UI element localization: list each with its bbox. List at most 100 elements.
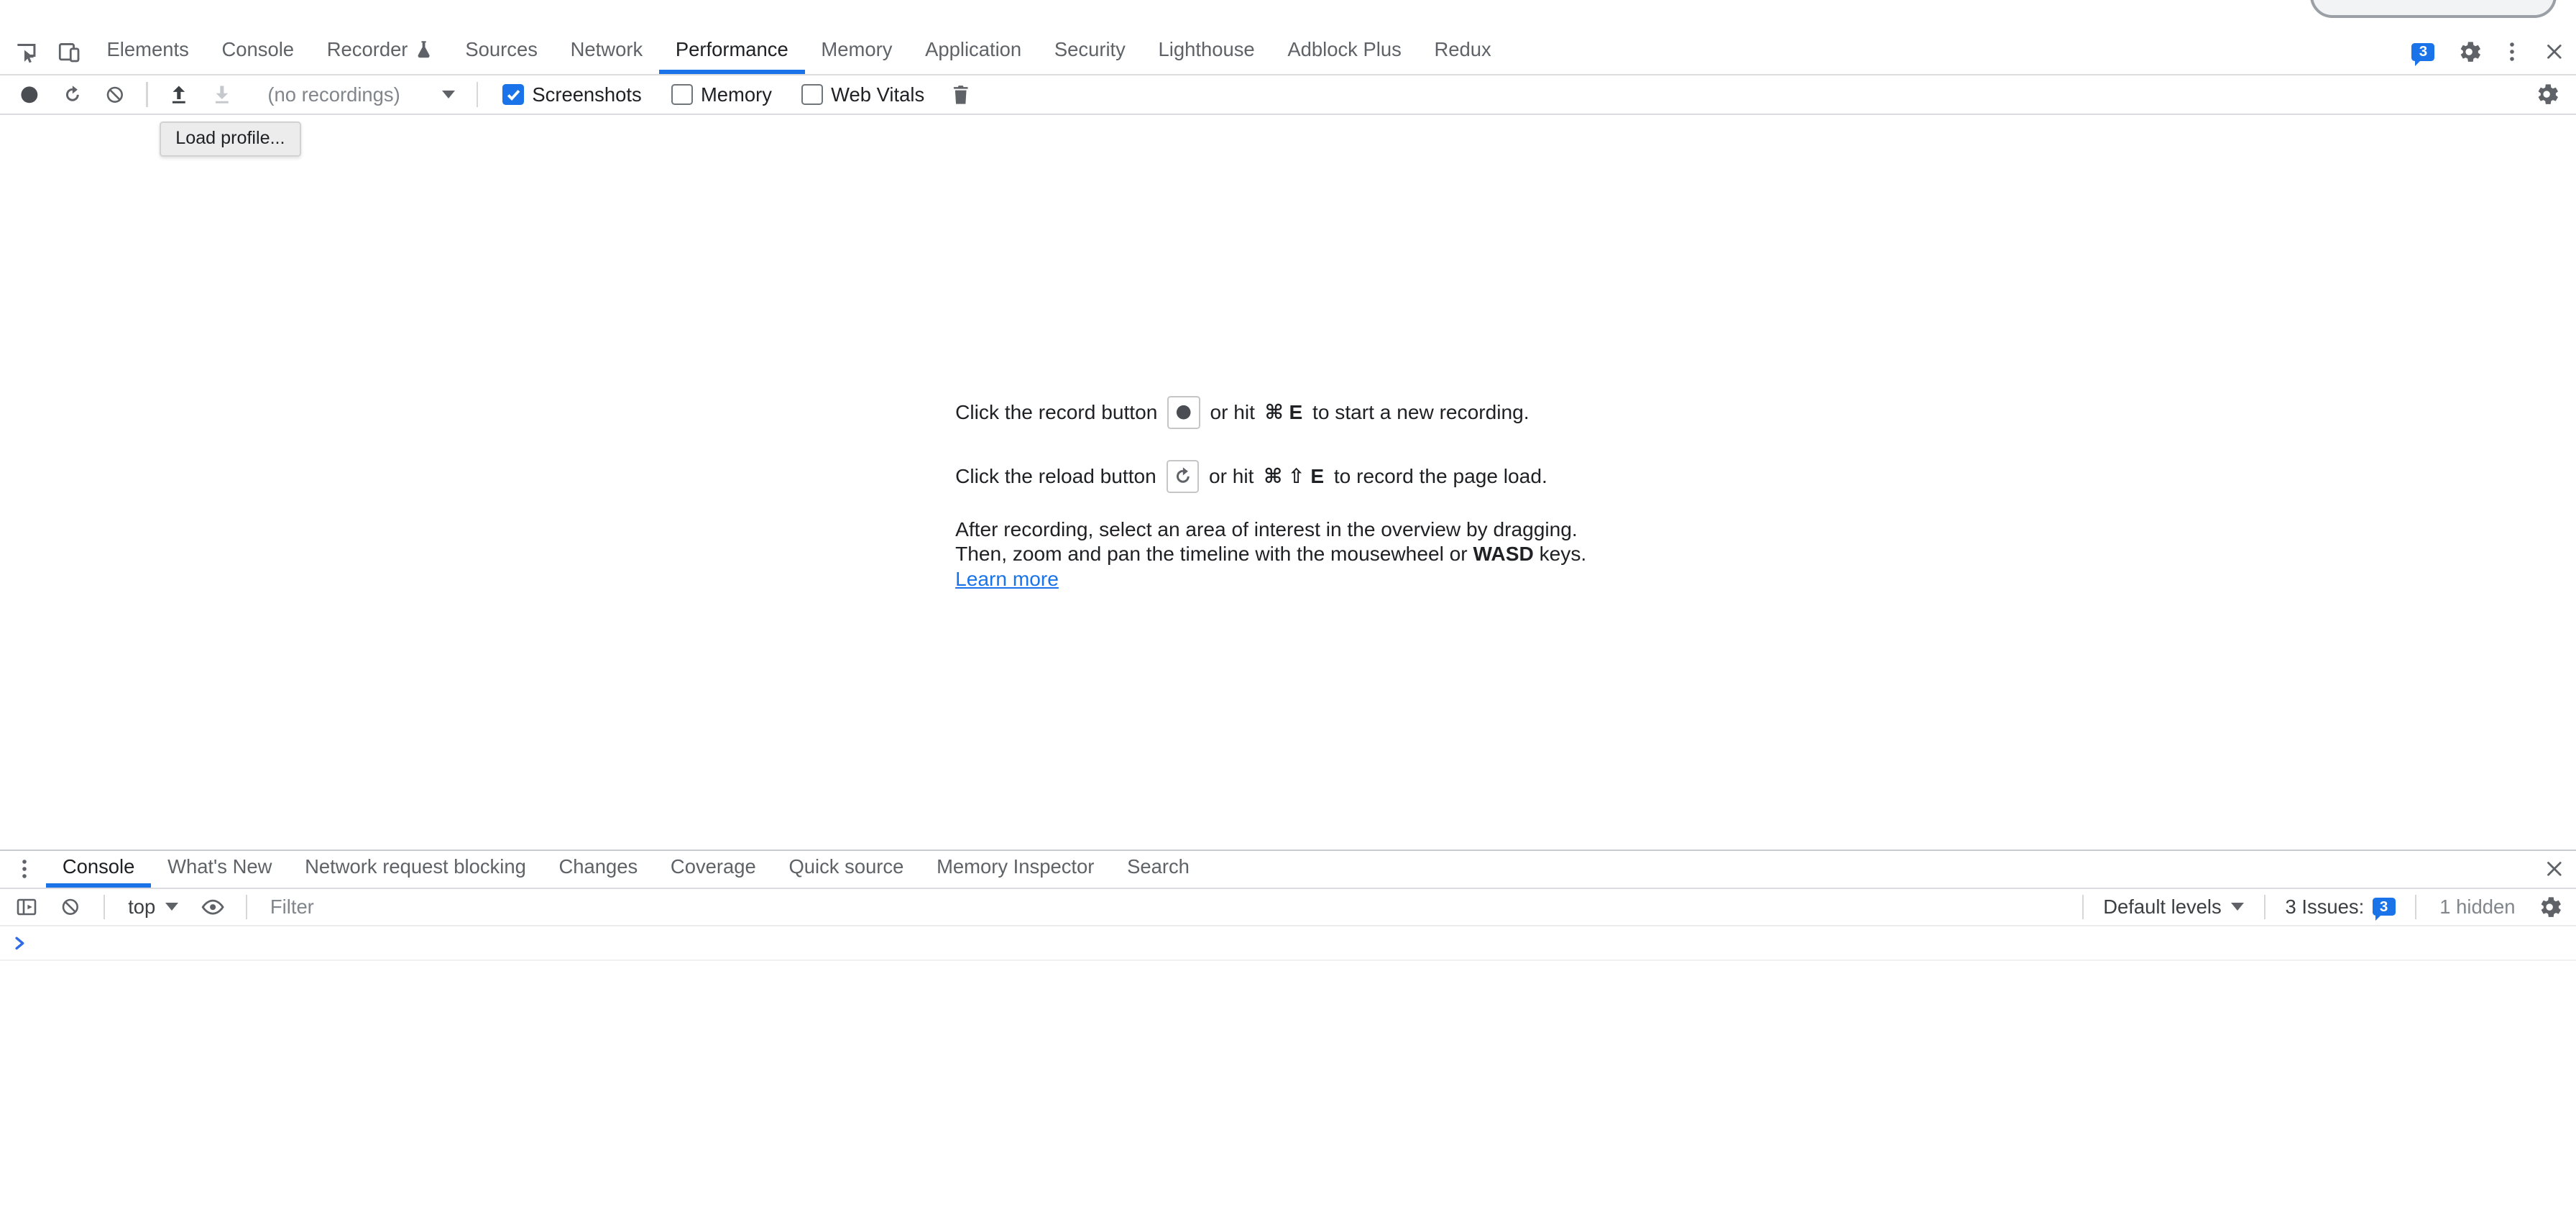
drawer-tab-changes[interactable]: Changes xyxy=(543,851,654,888)
drawer-tab-search[interactable]: Search xyxy=(1110,851,1206,888)
checkbox-unchecked-icon xyxy=(671,84,693,106)
drawer-close-button[interactable] xyxy=(2534,851,2576,888)
issues-link-label: 3 Issues: xyxy=(2286,896,2365,919)
clear-recordings-button[interactable] xyxy=(96,78,135,111)
save-profile-button[interactable] xyxy=(202,78,242,111)
close-icon xyxy=(2544,41,2565,63)
record-button[interactable] xyxy=(10,78,50,111)
memory-checkbox-label: Memory xyxy=(701,83,772,106)
screenshots-checkbox-label: Screenshots xyxy=(532,83,641,106)
console-prompt[interactable] xyxy=(0,926,2576,961)
device-toolbar-icon xyxy=(57,40,81,64)
live-expression-button[interactable] xyxy=(193,890,233,924)
dropdown-caret-icon xyxy=(165,903,178,911)
load-profile-tooltip: Load profile... xyxy=(160,121,301,157)
checkbox-unchecked-icon xyxy=(801,84,823,106)
memory-checkbox[interactable]: Memory xyxy=(671,83,772,106)
drawer-tab-console[interactable]: Console xyxy=(46,851,151,888)
recordings-select-value: (no recordings) xyxy=(267,83,400,106)
drawer-tab-network-request-blocking[interactable]: Network request blocking xyxy=(288,851,542,888)
drawer-tab-quick-source[interactable]: Quick source xyxy=(773,851,921,888)
issues-link[interactable]: 3 Issues: 3 xyxy=(2278,896,2401,919)
divider xyxy=(2264,895,2266,919)
screenshots-checkbox[interactable]: Screenshots xyxy=(502,83,641,106)
reload-instruction-pre: Click the reload button xyxy=(955,465,1156,488)
issues-counter-button[interactable]: 3 xyxy=(2398,29,2448,74)
tab-performance[interactable]: Performance xyxy=(659,29,805,74)
tab-recorder-label: Recorder xyxy=(327,38,408,61)
divider xyxy=(477,82,478,106)
log-levels-select[interactable]: Default levels xyxy=(2097,896,2251,919)
kebab-menu-icon xyxy=(2501,40,2524,63)
console-messages-area[interactable] xyxy=(0,961,2576,1206)
learn-more-link[interactable]: Learn more xyxy=(955,568,1059,590)
tab-memory[interactable]: Memory xyxy=(805,29,909,74)
issues-count: 3 xyxy=(2419,45,2427,60)
tab-sources[interactable]: Sources xyxy=(449,29,554,74)
javascript-context-select[interactable]: top xyxy=(118,896,188,919)
devtools-window: Elements Console Recorder Sources Networ… xyxy=(0,0,2576,1206)
drawer-menu-button[interactable] xyxy=(4,851,46,888)
trash-icon xyxy=(951,84,970,106)
tab-console[interactable]: Console xyxy=(206,29,310,74)
log-levels-value: Default levels xyxy=(2103,896,2222,919)
inline-reload-button[interactable] xyxy=(1167,460,1200,493)
divider xyxy=(104,895,105,919)
divider xyxy=(2082,895,2084,919)
drawer-tab-whats-new[interactable]: What's New xyxy=(151,851,288,888)
record-instruction-mid: or hit xyxy=(1210,401,1255,424)
issues-bubble-icon: 3 xyxy=(2373,898,2396,916)
console-filter-input[interactable] xyxy=(260,889,2069,926)
device-toolbar-button[interactable] xyxy=(47,29,90,74)
inline-record-button[interactable] xyxy=(1167,396,1200,429)
devtools-menu-button[interactable] xyxy=(2490,29,2533,74)
reload-and-record-button[interactable] xyxy=(52,78,92,111)
record-instruction-post: to start a new recording. xyxy=(1312,401,1530,424)
record-shortcut-keys: ⌘ E xyxy=(1265,400,1303,424)
drawer: Console What's New Network request block… xyxy=(0,850,2576,1206)
devtools-settings-button[interactable] xyxy=(2448,29,2490,74)
empty-state: Click the record button or hit ⌘ E to st… xyxy=(955,396,1621,592)
garbage-collect-button[interactable] xyxy=(941,78,980,111)
clear-icon xyxy=(104,84,126,106)
clear-console-button[interactable] xyxy=(51,890,91,924)
recordings-select[interactable]: (no recordings) xyxy=(254,80,465,109)
divider xyxy=(246,895,247,919)
web-vitals-checkbox[interactable]: Web Vitals xyxy=(801,83,924,106)
dropdown-caret-icon xyxy=(442,91,455,98)
console-sidebar-icon xyxy=(15,896,38,919)
web-vitals-checkbox-label: Web Vitals xyxy=(831,83,924,106)
capture-settings-button[interactable] xyxy=(2526,78,2566,111)
close-icon xyxy=(2544,858,2565,880)
console-sidebar-toggle-button[interactable] xyxy=(6,890,46,924)
inspect-element-button[interactable] xyxy=(5,29,47,74)
console-settings-button[interactable] xyxy=(2530,890,2570,924)
main-tabbar: Elements Console Recorder Sources Networ… xyxy=(0,29,2576,75)
usage-hint-paragraph: After recording, select an area of inter… xyxy=(955,517,1621,592)
record-circle-icon xyxy=(19,84,40,106)
record-instruction-pre: Click the record button xyxy=(955,401,1157,424)
hint-text-2: keys. xyxy=(1534,543,1586,565)
tab-network[interactable]: Network xyxy=(554,29,659,74)
browser-top-strip xyxy=(0,0,2576,29)
drawer-tab-memory-inspector[interactable]: Memory Inspector xyxy=(920,851,1110,888)
performance-panel-body: Click the record button or hit ⌘ E to st… xyxy=(0,115,2576,850)
tab-security[interactable]: Security xyxy=(1038,29,1142,74)
tab-application[interactable]: Application xyxy=(908,29,1038,74)
drawer-tabbar: Console What's New Network request block… xyxy=(0,850,2576,889)
tabbar-spacer xyxy=(1508,29,2399,74)
hint-keys: WASD xyxy=(1473,543,1533,565)
tab-redux[interactable]: Redux xyxy=(1418,29,1508,74)
tab-adblock-plus[interactable]: Adblock Plus xyxy=(1271,29,1418,74)
reload-instruction-mid: or hit xyxy=(1209,465,1254,488)
browser-overlay-pill xyxy=(2310,0,2557,18)
devtools-close-button[interactable] xyxy=(2534,29,2576,74)
issues-bubble-icon: 3 xyxy=(2411,43,2434,61)
tab-elements[interactable]: Elements xyxy=(91,29,206,74)
drawer-tab-coverage[interactable]: Coverage xyxy=(654,851,773,888)
tab-recorder[interactable]: Recorder xyxy=(310,29,449,74)
tab-lighthouse[interactable]: Lighthouse xyxy=(1142,29,1271,74)
load-profile-button[interactable] xyxy=(160,78,199,111)
kebab-menu-icon xyxy=(13,857,36,880)
drawer-tabbar-spacer xyxy=(1206,851,2534,888)
